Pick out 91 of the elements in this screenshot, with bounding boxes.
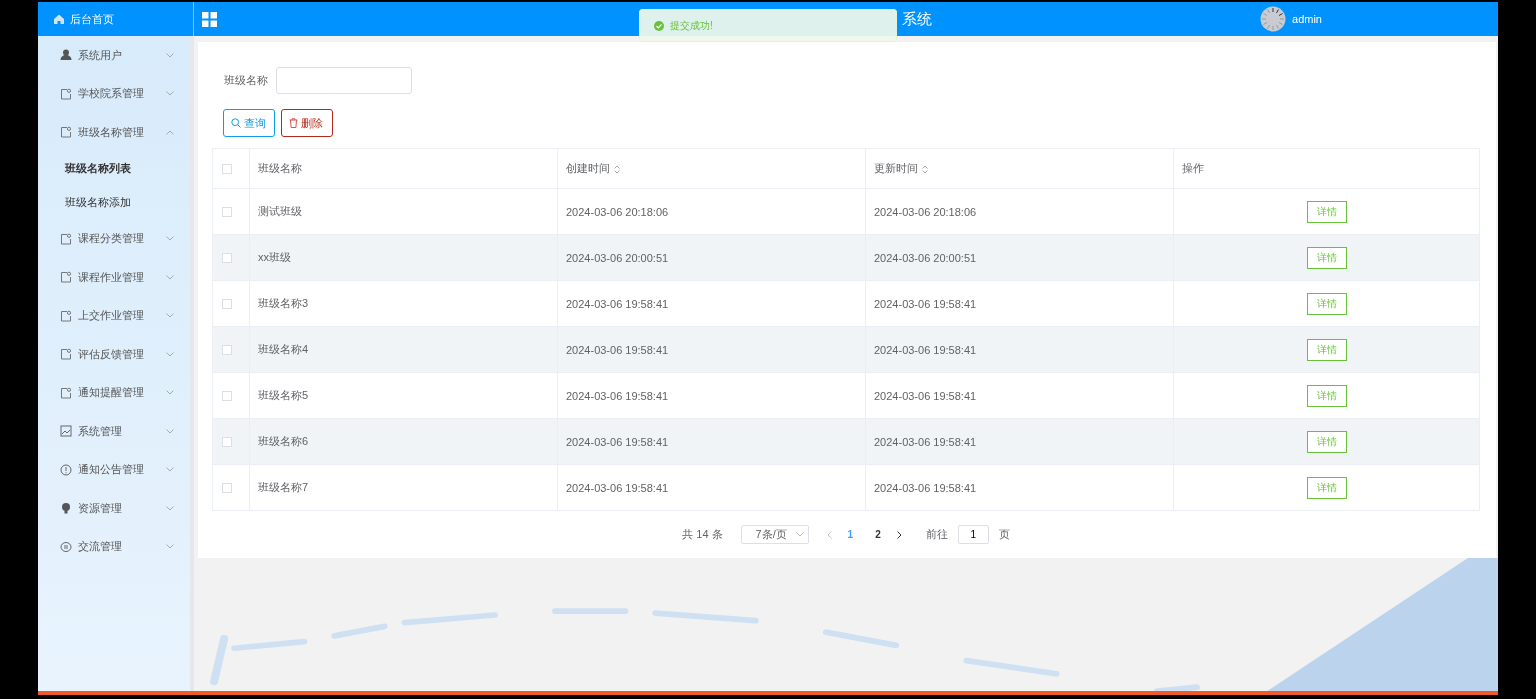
document-icon [60,271,72,284]
chevron-down-icon [166,428,174,434]
next-page-icon [896,530,902,539]
table-cell: 2024-03-06 19:58:41 [865,418,1174,465]
document-icon [60,126,72,139]
chevron-down-icon [166,236,174,242]
row-checkbox[interactable] [222,206,232,217]
page-size-select[interactable]: 7条/页 [740,525,809,544]
table-cell: 班级名称7 [249,464,558,511]
table-cell: 2024-03-06 19:58:41 [557,464,866,511]
bulb-icon [60,502,72,515]
row-checkbox[interactable] [222,298,232,309]
table-cell: 2024-03-06 19:58:41 [865,372,1174,419]
table-cell: 2024-03-06 20:18:06 [557,188,866,235]
chevron-down-icon [166,52,174,58]
chevron-down-icon [166,313,174,319]
sidebar-item[interactable]: 班级名称管理 [38,113,190,152]
chevron-down-icon [166,544,174,550]
page-number[interactable]: 2 [869,529,887,540]
sidebar-item[interactable]: 上交作业管理 [38,296,190,335]
table-cell: 班级名称6 [249,418,558,465]
row-checkbox[interactable] [222,436,232,447]
row-checkbox[interactable] [222,344,232,355]
table-cell: 2024-03-06 20:00:51 [865,234,1174,281]
search-icon [231,118,241,128]
sidebar-item[interactable]: 课程分类管理 [38,219,190,258]
document-icon [60,309,72,322]
table-cell: 2024-03-06 20:00:51 [557,234,866,281]
sidebar-item[interactable]: 课程作业管理 [38,258,190,297]
document-icon [60,87,72,100]
page-title: 系统 [902,10,932,29]
table-cell: 2024-03-06 19:58:41 [557,280,866,327]
table-cell: 班级名称4 [249,326,558,373]
document-icon [60,232,72,245]
table-cell: 2024-03-06 19:58:41 [557,326,866,373]
class-name-field[interactable] [276,67,412,94]
sidebar-item[interactable]: 通知公告管理 [38,450,190,489]
chevron-down-icon [166,390,174,396]
sidebar-item[interactable]: 交流管理 [38,527,190,566]
sidebar-item[interactable]: 系统管理 [38,412,190,451]
table-cell: xx班级 [249,234,558,281]
table-cell: 班级名称3 [249,280,558,327]
user-icon [60,49,72,62]
chevron-down-icon [166,467,174,473]
table-cell: 班级名称5 [249,372,558,419]
table-cell: 2024-03-06 19:58:41 [557,418,866,465]
row-checkbox[interactable] [222,252,232,263]
table-cell: 2024-03-06 19:58:41 [865,280,1174,327]
field-label: 班级名称 [224,73,268,88]
column-header: 操作 [1182,162,1204,174]
table-cell: 2024-03-06 19:58:41 [557,372,866,419]
sidebar-item[interactable]: 通知提醒管理 [38,373,190,412]
chevron-up-icon [166,129,174,135]
row-checkbox[interactable] [222,482,232,493]
chevron-down-icon [166,505,174,511]
chevron-down-icon [166,91,174,97]
home-icon [54,14,64,24]
submenu-item[interactable]: 班级名称添加 [38,185,190,220]
previous-page-icon [826,530,832,539]
sidebar-item[interactable]: 评估反馈管理 [38,335,190,374]
row-checkbox[interactable] [222,390,232,401]
document-icon [60,348,72,361]
chat-icon [60,540,72,553]
check-circle-icon [654,20,664,31]
select-all-checkbox[interactable] [222,163,232,174]
page-field[interactable]: 1 [957,525,989,544]
table-cell: 测试班级 [249,188,558,235]
column-header: 班级名称 [258,162,302,174]
table-cell: 2024-03-06 19:58:41 [865,326,1174,373]
column-header: 创建时间 [566,162,610,174]
chevron-down-icon [166,274,174,280]
toast-message: 提交成功! [670,18,713,33]
document-icon [60,386,72,399]
sidebar-item[interactable]: 系统用户 [38,36,190,75]
image-icon [60,425,72,438]
grid-menu-icon [202,11,217,27]
delete-button[interactable]: 删除 [281,109,333,137]
trash-icon [289,118,298,128]
info-icon [60,463,72,476]
sidebar-item[interactable]: 学校院系管理 [38,74,190,113]
total-count: 共 14 条 [682,527,723,542]
table-cell: 2024-03-06 20:18:06 [865,188,1174,235]
table-cell: 2024-03-06 19:58:41 [865,464,1174,511]
sidebar-item[interactable]: 资源管理 [38,489,190,528]
column-header: 更新时间 [874,162,918,174]
submenu-item[interactable]: 班级名称列表 [38,151,190,186]
goto-label: 前往 [925,527,948,542]
chevron-down-icon [166,351,174,357]
chevron-down-icon [795,532,804,537]
page-suffix: 页 [998,527,1010,542]
avatar-icon [1260,6,1287,32]
